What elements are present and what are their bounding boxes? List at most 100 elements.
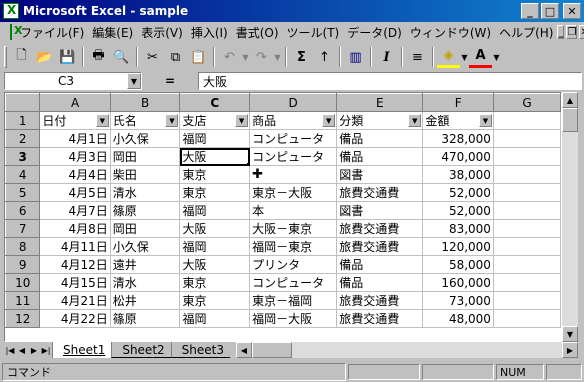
cell-c5[interactable]: 東京 <box>179 183 251 202</box>
sort-ascending-icon[interactable]: ↑ <box>313 46 336 68</box>
cell-b9[interactable]: 遠井 <box>110 255 181 274</box>
workbook-restore-button[interactable]: ❐ <box>566 25 578 39</box>
cell-a10[interactable]: 4月15日 <box>39 273 111 292</box>
row-header[interactable]: 2 <box>5 129 41 148</box>
cell-f7[interactable]: 83,000 <box>422 219 494 238</box>
cell-f5[interactable]: 52,000 <box>422 183 494 202</box>
cell-d7[interactable]: 大阪－東京 <box>249 219 338 238</box>
cell-b11[interactable]: 松井 <box>110 291 181 310</box>
cell-d1[interactable]: 商品 ▼ <box>249 111 338 130</box>
cell-f4[interactable]: 38,000 <box>422 165 494 184</box>
name-box[interactable]: C3 ▼ <box>4 72 142 90</box>
hscroll-thumb[interactable] <box>251 342 292 358</box>
cell-a9[interactable]: 4月12日 <box>39 255 111 274</box>
menu-insert[interactable]: 挿入(I) <box>187 24 232 41</box>
cell-e12[interactable]: 旅費交通費 <box>336 309 424 328</box>
cell-g11[interactable] <box>493 291 561 310</box>
undo-icon[interactable]: ↶ <box>218 46 241 68</box>
minimize-button[interactable]: _ <box>521 3 539 19</box>
font-color-dropdown-icon[interactable]: ▼ <box>492 46 501 68</box>
cell-f12[interactable]: 48,000 <box>422 309 494 328</box>
cell-b3[interactable]: 岡田 <box>110 147 181 166</box>
menu-edit[interactable]: 編集(E) <box>88 24 137 41</box>
prev-sheet-icon[interactable]: ◀ <box>16 342 28 358</box>
vertical-scrollbar[interactable]: ▲ ▼ <box>562 92 578 342</box>
scroll-up-icon[interactable]: ▲ <box>562 92 578 108</box>
cell-c2[interactable]: 福岡 <box>179 129 251 148</box>
cut-icon[interactable]: ✂ <box>141 46 164 68</box>
column-header-d[interactable]: D <box>249 93 338 112</box>
sheet-tab-sheet3[interactable]: Sheet3 <box>170 342 230 358</box>
cell-d5[interactable]: 東京－大阪 <box>249 183 338 202</box>
cell-f3[interactable]: 470,000 <box>422 147 494 166</box>
filter-dropdown-icon[interactable]: ▼ <box>235 114 249 127</box>
workbook-minimize-button[interactable]: _ <box>557 25 565 39</box>
cell-d6[interactable]: 本 <box>249 201 338 220</box>
fill-color-dropdown-icon[interactable]: ▼ <box>460 46 469 68</box>
cell-g6[interactable] <box>493 201 561 220</box>
row-header[interactable]: 1 <box>5 111 41 130</box>
cell-c9[interactable]: 大阪 <box>179 255 251 274</box>
close-button[interactable]: ✕ <box>563 3 581 19</box>
cell-d10[interactable]: コンピュータ <box>249 273 338 292</box>
cell-a11[interactable]: 4月21日 <box>39 291 111 310</box>
cell-a3[interactable]: 4月3日 <box>39 147 111 166</box>
column-header-a[interactable]: A <box>39 93 111 112</box>
cell-d9[interactable]: プリンタ <box>249 255 338 274</box>
menu-file[interactable]: ファイル(F) <box>16 24 88 41</box>
last-sheet-icon[interactable]: ▶| <box>40 342 52 358</box>
excel-app-icon[interactable] <box>3 3 19 19</box>
horizontal-scrollbar[interactable]: ◀ ▶ <box>235 342 578 358</box>
cell-c1[interactable]: 支店 ▼ <box>179 111 251 130</box>
scroll-down-icon[interactable]: ▼ <box>562 326 578 342</box>
equals-sign[interactable]: = <box>142 74 198 88</box>
open-icon[interactable]: 📂 <box>33 46 56 68</box>
cell-c7[interactable]: 大阪 <box>179 219 251 238</box>
row-header[interactable]: 12 <box>5 309 41 328</box>
column-header-e[interactable]: E <box>336 93 424 112</box>
new-icon[interactable]: 🗋 <box>10 46 33 68</box>
cell-g7[interactable] <box>493 219 561 238</box>
cell-e3[interactable]: 備品 <box>336 147 424 166</box>
cell-f6[interactable]: 52,000 <box>422 201 494 220</box>
cell-a4[interactable]: 4月4日 <box>39 165 111 184</box>
cell-a5[interactable]: 4月5日 <box>39 183 111 202</box>
workbook-close-button[interactable]: ✕ <box>579 25 584 39</box>
filter-dropdown-icon[interactable]: ▼ <box>408 114 422 127</box>
cell-a2[interactable]: 4月1日 <box>39 129 111 148</box>
menu-view[interactable]: 表示(V) <box>137 24 187 41</box>
column-header-b[interactable]: B <box>109 93 181 112</box>
cell-e6[interactable]: 図書 <box>336 201 424 220</box>
cell-c10[interactable]: 東京 <box>179 273 251 292</box>
worksheet-grid[interactable]: A B C D E F G 1 日付 ▼ 氏名 ▼ 支店 ▼ 商品 ▼ 分類 ▼ 金額 ▼ … <box>4 92 562 342</box>
cell-b4[interactable]: 柴田 <box>110 165 181 184</box>
cell-e5[interactable]: 旅費交通費 <box>336 183 424 202</box>
cell-c8[interactable]: 福岡 <box>179 237 251 256</box>
cell-g12[interactable] <box>493 309 561 328</box>
cell-a1[interactable]: 日付 ▼ <box>39 111 111 130</box>
cell-f1[interactable]: 金額 ▼ <box>422 111 494 130</box>
undo-dropdown-icon[interactable]: ▼ <box>241 46 250 68</box>
hscroll-track[interactable] <box>291 342 562 358</box>
row-header[interactable]: 5 <box>5 183 41 202</box>
cell-c11[interactable]: 東京 <box>179 291 251 310</box>
menu-window[interactable]: ウィンドウ(W) <box>406 24 495 41</box>
row-header[interactable]: 9 <box>5 255 41 274</box>
cell-d3[interactable]: コンピュータ <box>249 147 338 166</box>
column-header-g[interactable]: G <box>492 93 561 112</box>
cell-d8[interactable]: 福岡－東京 <box>249 237 338 256</box>
cell-b6[interactable]: 篠原 <box>110 201 181 220</box>
row-header[interactable]: 7 <box>5 219 41 238</box>
filter-dropdown-icon[interactable]: ▼ <box>322 114 336 127</box>
maximize-button[interactable]: □ <box>541 3 559 19</box>
cell-g10[interactable] <box>493 273 561 292</box>
chart-wizard-icon[interactable]: ▥ <box>344 46 367 68</box>
name-box-dropdown-icon[interactable]: ▼ <box>127 73 141 89</box>
cell-g1[interactable] <box>493 111 561 130</box>
cell-e1[interactable]: 分類 ▼ <box>336 111 424 130</box>
formula-input[interactable]: 大阪 <box>198 72 582 90</box>
cell-b10[interactable]: 清水 <box>110 273 181 292</box>
cell-f11[interactable]: 73,000 <box>422 291 494 310</box>
menu-tools[interactable]: ツール(T) <box>283 24 344 41</box>
print-icon[interactable]: 🖶 <box>87 46 110 68</box>
